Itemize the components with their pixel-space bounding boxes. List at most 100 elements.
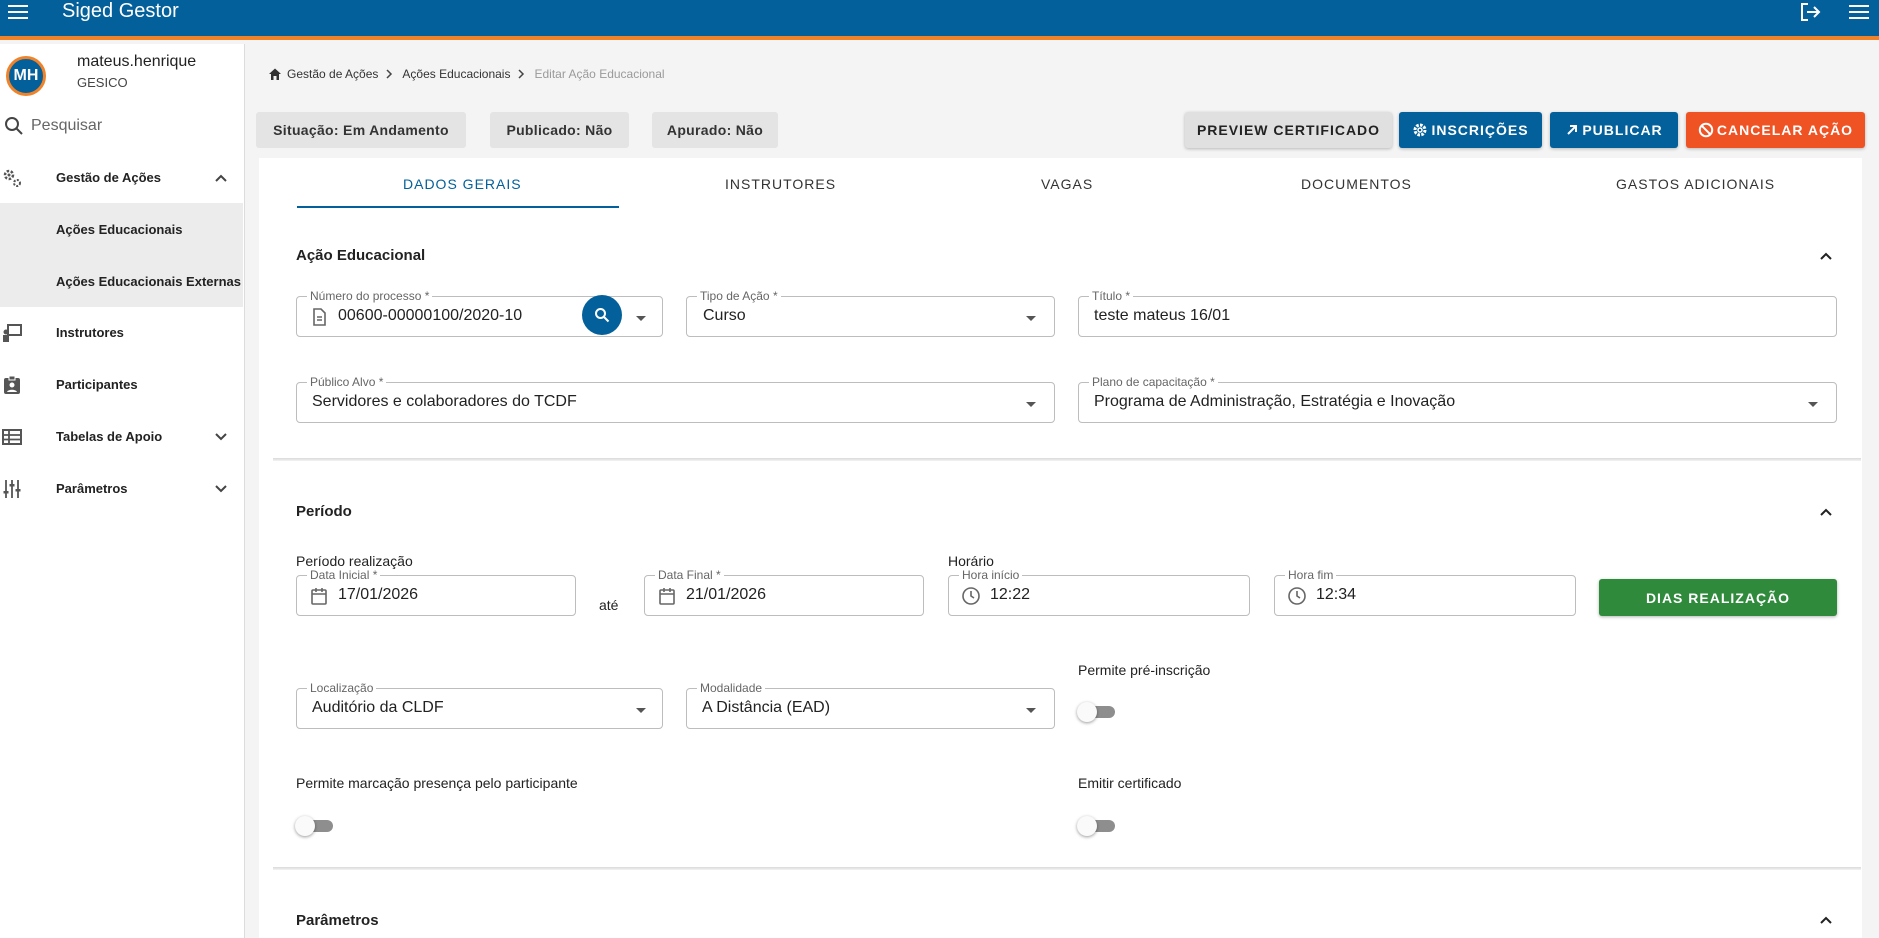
toggle-thumb (1077, 702, 1097, 722)
sidebar-item-acoes-educacionais-externas[interactable]: Ações Educacionais Externas (0, 255, 243, 307)
data-inicial-field[interactable]: Data Inicial * 17/01/2026 (296, 568, 576, 616)
dias-realizacao-button[interactable]: DIAS REALIZAÇÃO (1599, 579, 1837, 616)
logout-icon[interactable] (1797, 0, 1823, 24)
chevron-down-icon (215, 433, 227, 441)
permite-pre-inscricao-label: Permite pré-inscrição (1078, 662, 1211, 678)
dropdown-arrow-icon[interactable] (631, 308, 651, 328)
breadcrumb-current: Editar Ação Educacional (534, 67, 665, 81)
tab-dados-gerais[interactable]: DADOS GERAIS (403, 176, 522, 192)
sidebar-item-tabelas-apoio[interactable]: Tabelas de Apoio (0, 412, 243, 462)
field-value: 12:34 (1316, 586, 1357, 603)
field-value: teste mateus 16/01 (1094, 307, 1231, 324)
field-label: Tipo de Ação * (697, 289, 781, 303)
hora-fim-field[interactable]: Hora fim 12:34 (1274, 568, 1576, 616)
breadcrumb-item[interactable]: Gestão de Ações (287, 67, 378, 81)
field-label: Hora fim (1285, 568, 1337, 582)
user-block: MH mateus.henrique GESICO (0, 52, 245, 100)
hora-inicio-field[interactable]: Hora início 12:22 (948, 568, 1250, 616)
section-divider (273, 458, 1861, 461)
inscricoes-button[interactable]: INSCRIÇÕES (1399, 112, 1542, 148)
tipo-acao-select[interactable]: Tipo de Ação * Curso (686, 289, 1055, 337)
sidebar-item-gestao-acoes[interactable]: Gestão de Ações (0, 153, 243, 203)
section-title-periodo: Período (296, 503, 352, 520)
breadcrumb-item[interactable]: Ações Educacionais (402, 67, 510, 81)
top-app-bar: Siged Gestor (0, 0, 1879, 40)
emitir-certificado-label: Emitir certificado (1078, 775, 1182, 791)
dropdown-arrow-icon (1808, 402, 1818, 407)
cancelar-acao-button[interactable]: CANCELAR AÇÃO (1686, 112, 1865, 148)
chevron-up-icon[interactable] (1816, 246, 1836, 266)
sidebar-item-label: Participantes (56, 377, 138, 392)
field-label: Público Alvo * (307, 375, 387, 389)
field-label: Data Inicial * (307, 568, 381, 582)
main-card: DADOS GERAIS INSTRUTORES VAGAS DOCUMENTO… (259, 158, 1862, 938)
sliders-icon (3, 480, 21, 498)
publicar-button[interactable]: PUBLICAR (1550, 112, 1678, 148)
sidebar-item-label: Parâmetros (56, 481, 128, 496)
chevron-up-icon[interactable] (1816, 910, 1836, 930)
sidebar-item-instrutores[interactable]: Instrutores (0, 308, 243, 358)
tab-documentos[interactable]: DOCUMENTOS (1301, 176, 1412, 192)
home-icon[interactable] (268, 67, 282, 81)
tab-instrutores[interactable]: INSTRUTORES (725, 176, 836, 192)
field-label: Título * (1089, 289, 1134, 303)
data-final-field[interactable]: Data Final * 21/01/2026 (644, 568, 924, 616)
breadcrumb: Gestão de Ações Ações Educacionais Edita… (268, 66, 671, 82)
localizacao-select[interactable]: Localização Auditório da CLDF (296, 681, 663, 729)
horario-label: Horário (948, 553, 994, 569)
plano-capacitacao-select[interactable]: Plano de capacitação * Programa de Admin… (1078, 375, 1837, 423)
sidebar-item-participantes[interactable]: Participantes (0, 360, 243, 410)
permite-marcacao-toggle[interactable] (295, 815, 335, 836)
search-processo-button[interactable] (582, 295, 622, 335)
dropdown-arrow-icon (636, 708, 646, 713)
clock-icon[interactable] (961, 586, 981, 606)
menu-icon[interactable] (1846, 0, 1872, 24)
tab-gastos-adicionais[interactable]: GASTOS ADICIONAIS (1616, 176, 1775, 192)
menu-icon[interactable] (6, 0, 30, 24)
chevron-right-icon (386, 69, 393, 79)
sidebar: MH mateus.henrique GESICO Pesquisar Gest… (0, 44, 245, 938)
dropdown-arrow-icon (1026, 708, 1036, 713)
calendar-icon[interactable] (657, 586, 677, 606)
sidebar-item-parametros[interactable]: Parâmetros (0, 464, 243, 514)
document-icon (313, 308, 326, 326)
status-situacao: Situação: Em Andamento (256, 112, 466, 148)
section-title-acao-educacional: Ação Educacional (296, 247, 426, 264)
calendar-icon[interactable] (309, 586, 329, 606)
field-value: 12:22 (990, 586, 1031, 603)
preview-certificado-button[interactable]: PREVIEW CERTIFICADO (1185, 112, 1392, 148)
field-label: Localização (307, 681, 377, 695)
dropdown-arrow-icon (1026, 316, 1036, 321)
emitir-certificado-toggle[interactable] (1077, 815, 1117, 836)
sidebar-item-label: Tabelas de Apoio (56, 429, 163, 444)
app-title: Siged Gestor (62, 0, 179, 22)
clock-icon[interactable] (1287, 586, 1307, 606)
button-label: INSCRIÇÕES (1431, 122, 1529, 138)
sidebar-search[interactable]: Pesquisar (0, 110, 245, 142)
block-icon (1698, 122, 1714, 138)
tab-vagas[interactable]: VAGAS (1041, 176, 1093, 192)
user-name: mateus.henrique (77, 53, 197, 70)
field-label: Número do processo * (307, 289, 433, 303)
permite-pre-inscricao-toggle[interactable] (1077, 701, 1117, 722)
table-icon (2, 429, 22, 445)
user-org: GESICO (77, 75, 128, 90)
chevron-down-icon (215, 485, 227, 493)
field-label: Modalidade (697, 681, 766, 695)
button-label: PUBLICAR (1582, 122, 1663, 138)
publico-alvo-select[interactable]: Público Alvo * Servidores e colaboradore… (296, 375, 1055, 423)
modalidade-select[interactable]: Modalidade A Distância (EAD) (686, 681, 1055, 729)
ate-label: até (599, 597, 619, 613)
avatar[interactable]: MH (6, 56, 46, 96)
titulo-field[interactable]: Título * teste mateus 16/01 (1078, 289, 1837, 337)
instructor-icon (3, 324, 22, 342)
tab-bar: DADOS GERAIS INSTRUTORES VAGAS DOCUMENTO… (259, 158, 1862, 208)
toggle-thumb (295, 816, 315, 836)
field-value: 21/01/2026 (686, 586, 767, 603)
button-label: PREVIEW CERTIFICADO (1196, 122, 1381, 138)
chevron-up-icon[interactable] (1816, 502, 1836, 522)
search-input[interactable]: Pesquisar (31, 117, 102, 135)
gears-icon (3, 169, 21, 187)
sidebar-item-acoes-educacionais[interactable]: Ações Educacionais (0, 203, 243, 255)
sidebar-item-label: Ações Educacionais (56, 222, 183, 237)
